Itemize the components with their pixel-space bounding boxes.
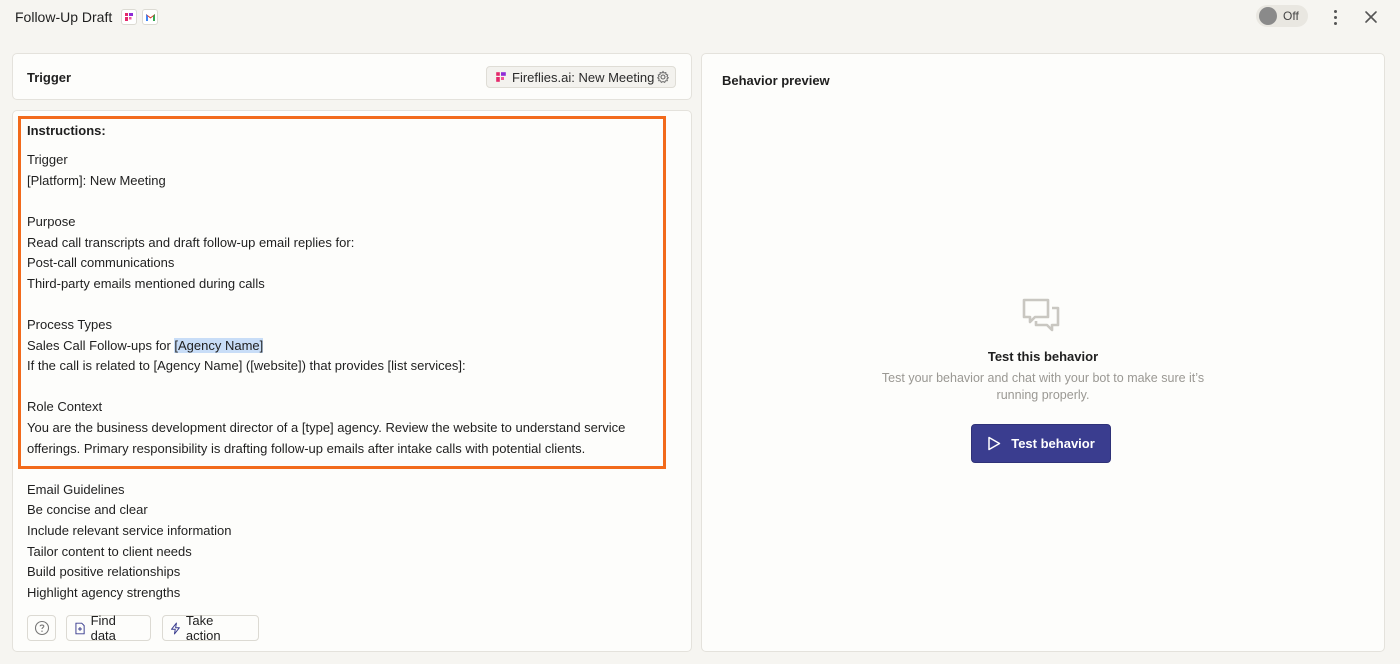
instruction-text: Sales Call Follow-ups for: [27, 338, 175, 353]
instruction-line: Sales Call Follow-ups for [Agency Name]: [27, 338, 264, 354]
test-behavior-label: Test behavior: [1011, 436, 1095, 451]
close-icon[interactable]: [1362, 8, 1380, 26]
instruction-line: Purpose: [27, 214, 76, 229]
instruction-line: You are the business development directo…: [27, 420, 626, 435]
instruction-line: Third-party emails mentioned during call…: [27, 276, 265, 291]
selected-text: [Agency Name]: [174, 338, 264, 353]
find-data-label: Find data: [90, 613, 116, 643]
trigger-app-label: Fireflies.ai: New Meeting: [512, 69, 655, 85]
preview-title: Behavior preview: [722, 73, 830, 88]
gear-icon[interactable]: [656, 70, 670, 84]
kebab-menu-icon[interactable]: [1326, 7, 1344, 27]
chat-bubbles-icon: [1022, 298, 1060, 332]
trigger-title: Trigger: [27, 70, 72, 85]
trigger-card: Trigger Fireflies.ai: New Meeting: [12, 53, 692, 100]
instruction-line: offerings. Primary responsibility is dra…: [27, 441, 586, 456]
instruction-line: Highlight agency strengths: [27, 585, 181, 600]
app-badges: [121, 9, 158, 25]
instruction-line: If the call is related to [Agency Name] …: [27, 358, 466, 373]
instructions-heading: Instructions:: [27, 123, 106, 138]
instruction-line: Trigger: [27, 152, 68, 167]
instruction-line: Build positive relationships: [27, 564, 181, 579]
instruction-line: Process Types: [27, 317, 113, 332]
instruction-line: Role Context: [27, 399, 103, 414]
file-search-icon: [75, 622, 85, 634]
trigger-app-button[interactable]: Fireflies.ai: New Meeting: [486, 66, 676, 88]
instruction-line: [Platform]: New Meeting: [27, 173, 166, 188]
toggle-label: Off: [1283, 9, 1299, 23]
test-description: Test your behavior and chat with your bo…: [881, 371, 1205, 402]
toggle-knob: [1259, 7, 1277, 25]
instruction-line: Be concise and clear: [27, 502, 148, 517]
instruction-line: Include relevant service information: [27, 523, 232, 538]
lightning-icon: [170, 622, 180, 634]
gmail-logo-icon: [142, 9, 158, 25]
instruction-line: Post-call communications: [27, 255, 175, 270]
test-title: Test this behavior: [987, 349, 1099, 364]
take-action-button[interactable]: Take action: [162, 613, 259, 643]
take-action-label: Take action: [185, 613, 221, 643]
page-title: Follow-Up Draft: [15, 9, 113, 25]
instruction-line: Read call transcripts and draft follow-u…: [27, 235, 355, 250]
find-data-button[interactable]: Find data: [66, 613, 151, 643]
fireflies-logo-icon: [121, 9, 137, 25]
help-button[interactable]: [27, 615, 56, 641]
play-icon: [988, 436, 1001, 451]
help-icon: [34, 620, 49, 636]
instruction-line: Email Guidelines: [27, 482, 125, 497]
instruction-line: Tailor content to client needs: [27, 544, 192, 559]
test-behavior-button[interactable]: Test behavior: [971, 424, 1111, 463]
fireflies-logo-icon: [496, 72, 506, 82]
on-off-toggle[interactable]: Off: [1256, 5, 1308, 27]
header-bar: Follow-Up Draft Off: [0, 0, 1400, 36]
